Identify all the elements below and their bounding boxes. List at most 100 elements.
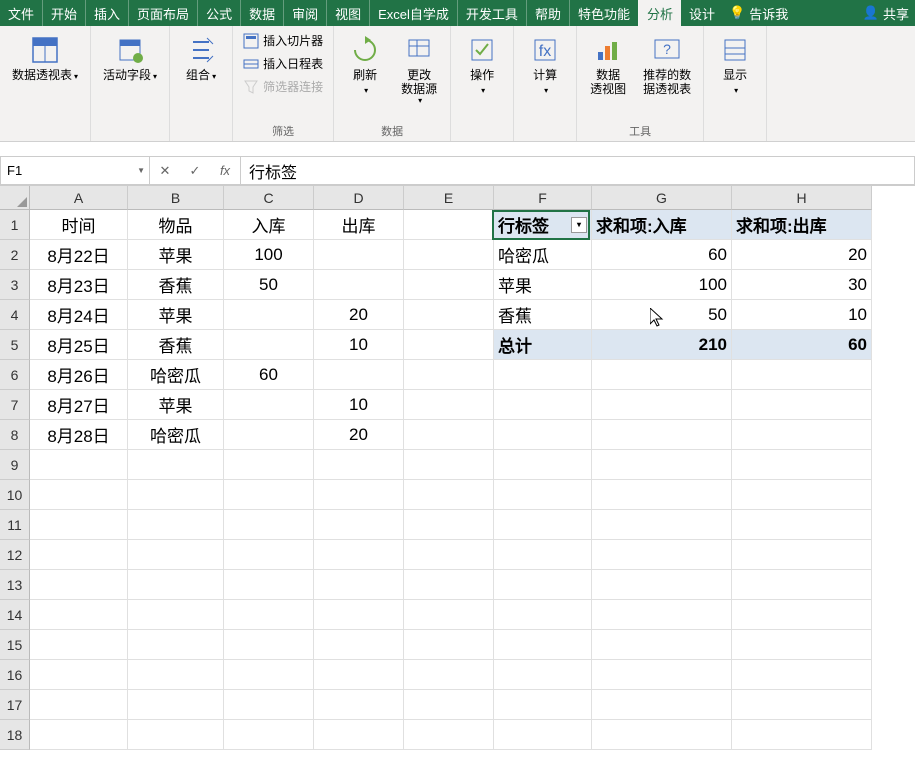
cell[interactable]: 行标签▾ [494, 210, 592, 240]
cell[interactable] [404, 420, 494, 450]
cell[interactable] [128, 690, 224, 720]
cell[interactable]: 20 [314, 420, 404, 450]
cell[interactable] [224, 690, 314, 720]
tab-view[interactable]: 视图 [326, 0, 369, 26]
cell[interactable] [224, 630, 314, 660]
cell[interactable] [314, 270, 404, 300]
cell[interactable] [314, 480, 404, 510]
cell[interactable] [128, 630, 224, 660]
cell[interactable]: 8月26日 [30, 360, 128, 390]
calculations-button[interactable]: fx 计算▾ [520, 30, 570, 102]
tab-page-layout[interactable]: 页面布局 [128, 0, 197, 26]
recommended-pivot-button[interactable]: ? 推荐的数 据透视表 [637, 30, 697, 100]
tab-insert[interactable]: 插入 [85, 0, 128, 26]
operations-button[interactable]: 操作▾ [457, 30, 507, 102]
cell[interactable] [404, 330, 494, 360]
cell[interactable]: 100 [224, 240, 314, 270]
formula-input[interactable]: 行标签 [241, 156, 915, 185]
row-header-14[interactable]: 14 [0, 600, 30, 630]
refresh-button[interactable]: 刷新▾ [340, 30, 390, 102]
cell[interactable] [592, 630, 732, 660]
cell[interactable] [404, 360, 494, 390]
cell[interactable]: 8月25日 [30, 330, 128, 360]
active-field-button[interactable]: 活动字段▾ [97, 30, 163, 88]
cell[interactable] [30, 690, 128, 720]
row-header-6[interactable]: 6 [0, 360, 30, 390]
cell[interactable] [224, 450, 314, 480]
cell[interactable] [494, 690, 592, 720]
cell[interactable] [494, 720, 592, 750]
cell[interactable] [314, 450, 404, 480]
cell[interactable] [592, 690, 732, 720]
cell[interactable] [732, 720, 872, 750]
cell[interactable]: 20 [314, 300, 404, 330]
cell[interactable] [404, 450, 494, 480]
insert-slicer-button[interactable]: 插入切片器 [239, 30, 327, 51]
cell[interactable]: 100 [592, 270, 732, 300]
cell[interactable] [732, 420, 872, 450]
cell[interactable] [128, 600, 224, 630]
cell[interactable]: 时间 [30, 210, 128, 240]
cell[interactable] [404, 210, 494, 240]
cell[interactable] [732, 630, 872, 660]
cell[interactable] [404, 390, 494, 420]
cell[interactable] [314, 660, 404, 690]
cell[interactable] [314, 510, 404, 540]
cell[interactable] [314, 570, 404, 600]
cell[interactable] [592, 420, 732, 450]
cell[interactable]: 10 [314, 390, 404, 420]
cell[interactable] [314, 360, 404, 390]
cell[interactable] [592, 510, 732, 540]
row-header-4[interactable]: 4 [0, 300, 30, 330]
row-header-12[interactable]: 12 [0, 540, 30, 570]
cell[interactable]: 苹果 [128, 300, 224, 330]
tab-home[interactable]: 开始 [42, 0, 85, 26]
cell[interactable] [404, 270, 494, 300]
tell-me-search[interactable]: 💡 告诉我 [723, 0, 794, 26]
cell[interactable]: 哈密瓜 [494, 240, 592, 270]
cell[interactable] [404, 300, 494, 330]
cell[interactable] [494, 450, 592, 480]
tab-analyze[interactable]: 分析 [638, 0, 681, 26]
tab-formulas[interactable]: 公式 [197, 0, 240, 26]
cell[interactable] [128, 720, 224, 750]
cell[interactable]: 求和项:入库 [592, 210, 732, 240]
cell[interactable] [224, 480, 314, 510]
cell[interactable] [128, 570, 224, 600]
cell[interactable] [494, 600, 592, 630]
cell[interactable]: 8月23日 [30, 270, 128, 300]
cell[interactable] [224, 390, 314, 420]
name-box-dropdown-icon[interactable]: ▼ [137, 166, 145, 175]
row-header-8[interactable]: 8 [0, 420, 30, 450]
column-header-B[interactable]: B [128, 186, 224, 210]
tab-help[interactable]: 帮助 [526, 0, 569, 26]
show-button[interactable]: 显示▾ [710, 30, 760, 102]
cell[interactable] [592, 660, 732, 690]
share-button[interactable]: 👤 共享 [857, 0, 915, 26]
cell[interactable] [128, 480, 224, 510]
cell[interactable] [404, 240, 494, 270]
cell[interactable] [592, 600, 732, 630]
cell[interactable] [404, 630, 494, 660]
tab-developer[interactable]: 开发工具 [457, 0, 526, 26]
insert-function-button[interactable]: fx [210, 157, 240, 184]
cell[interactable] [30, 630, 128, 660]
cell[interactable] [314, 630, 404, 660]
pivot-chart-button[interactable]: 数据 透视图 [583, 30, 633, 100]
tab-self-study[interactable]: Excel自学成 [369, 0, 457, 26]
row-header-11[interactable]: 11 [0, 510, 30, 540]
cell[interactable]: 出库 [314, 210, 404, 240]
cancel-formula-button[interactable]: ✕ [150, 157, 180, 184]
cell[interactable]: 50 [224, 270, 314, 300]
cell[interactable] [30, 540, 128, 570]
cell[interactable]: 苹果 [494, 270, 592, 300]
cell[interactable] [732, 690, 872, 720]
cell[interactable] [592, 450, 732, 480]
cell[interactable] [404, 720, 494, 750]
cell[interactable] [404, 510, 494, 540]
row-header-13[interactable]: 13 [0, 570, 30, 600]
row-header-18[interactable]: 18 [0, 720, 30, 750]
row-header-5[interactable]: 5 [0, 330, 30, 360]
cell[interactable] [494, 390, 592, 420]
column-header-D[interactable]: D [314, 186, 404, 210]
